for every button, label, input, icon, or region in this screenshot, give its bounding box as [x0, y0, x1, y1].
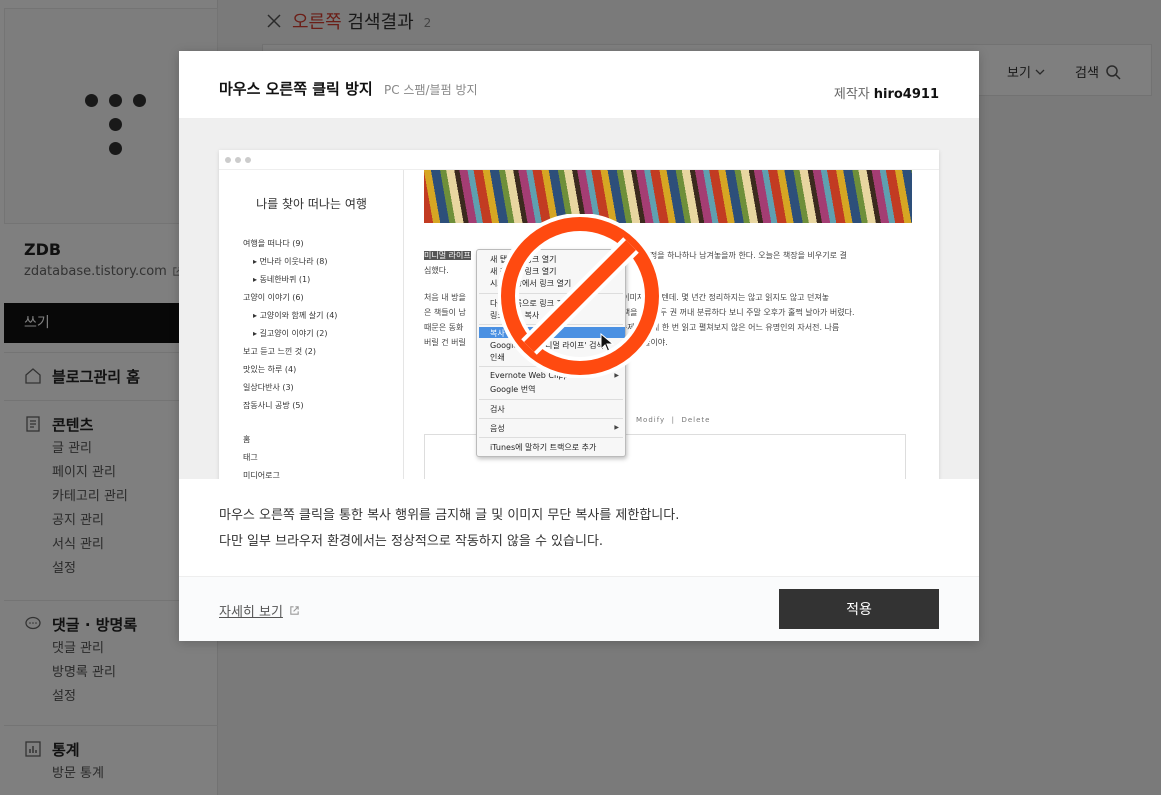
ctx-item: 검사 — [490, 405, 505, 414]
ctx-item: Google 번역 — [490, 385, 536, 394]
preview-category: ▸ 길고양이 이야기 (2) — [253, 329, 328, 338]
prohibited-icon — [498, 214, 662, 378]
modal-footer: 자세히 보기 적용 — [179, 576, 979, 641]
preview-category: 보고 듣고 느낀 것 (2) — [243, 347, 317, 356]
preview-post-actions: Modify | Delete — [636, 416, 711, 424]
modal-title: 마우스 오른쪽 클릭 방지 — [219, 80, 373, 98]
preview-category: 잡동사니 공방 (5) — [243, 401, 304, 410]
plugin-modal: 마우스 오른쪽 클릭 방지 PC 스팸/블펌 방지 제작자 hiro4911 나를… — [179, 51, 979, 641]
plugin-preview-image: 나를 찾아 떠나는 여행 여행을 떠나다 (9) ▸ 먼나라 이웃나라 (8) … — [179, 119, 979, 479]
modal-subtitle: PC 스팸/블펌 방지 — [384, 83, 478, 97]
preview-category: 여행을 떠나다 (9) — [243, 239, 304, 248]
browser-titlebar — [219, 150, 939, 170]
preview-category: 맛있는 하루 (4) — [243, 365, 297, 374]
modal-header: 마우스 오른쪽 클릭 방지 PC 스팸/블펌 방지 제작자 hiro4911 — [179, 51, 979, 119]
preview-category: 고양이 이야기 (6) — [243, 293, 304, 302]
preview-blog-title: 나를 찾아 떠나는 여행 — [256, 197, 367, 211]
desc-line: 마우스 오른쪽 클릭을 통한 복사 행위를 금지해 글 및 이미지 무단 복사를… — [219, 508, 680, 523]
modal-description: 마우스 오른쪽 클릭을 통한 복사 행위를 금지해 글 및 이미지 무단 복사를… — [219, 503, 679, 555]
more-info-link[interactable]: 자세히 보기 — [219, 601, 300, 620]
preview-nav: 홈 — [243, 435, 251, 444]
preview-nav: 태그 — [243, 453, 258, 462]
preview-category: ▸ 고양이와 함께 살기 (4) — [253, 311, 338, 320]
preview-blog-sidebar: 나를 찾아 떠나는 여행 여행을 떠나다 (9) ▸ 먼나라 이웃나라 (8) … — [219, 170, 404, 479]
preview-nav: 미디어로그 — [243, 471, 280, 479]
more-info-label: 자세히 보기 — [219, 605, 283, 620]
maker-name: hiro4911 — [873, 87, 939, 102]
apply-button[interactable]: 적용 — [779, 589, 939, 629]
preview-category: 일상다반사 (3) — [243, 383, 294, 392]
ctx-item: 음성 — [490, 424, 505, 433]
preview-category: ▸ 먼나라 이웃나라 (8) — [253, 257, 328, 266]
preview-highlight: 미니멀 라이프 — [424, 251, 471, 260]
modal-maker: 제작자 hiro4911 — [834, 83, 939, 102]
preview-category: ▸ 동네한바퀴 (1) — [253, 275, 311, 284]
maker-label: 제작자 — [833, 87, 870, 102]
external-link-icon — [290, 606, 299, 615]
desc-line: 다만 일부 브라우저 환경에서는 정상적으로 작동하지 않을 수 있습니다. — [219, 534, 604, 549]
ctx-item: iTunes에 말하기 트랙으로 추가 — [490, 443, 597, 452]
